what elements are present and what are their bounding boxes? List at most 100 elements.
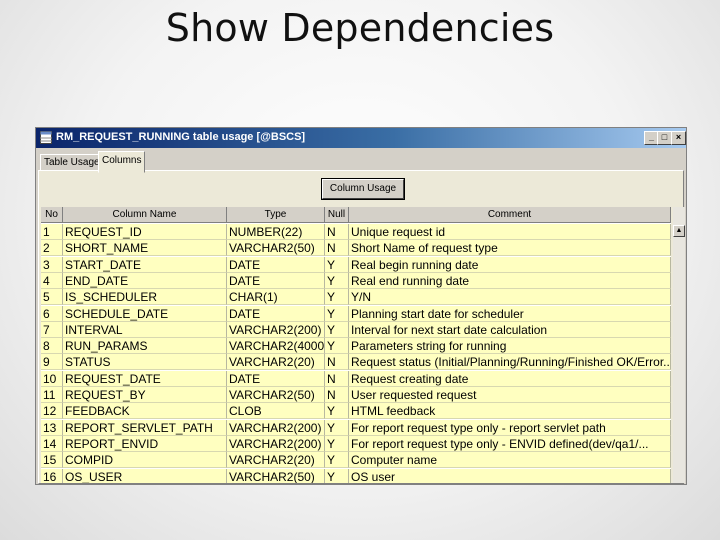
cell-type[interactable]: VARCHAR2(50) [227,240,325,257]
cell-no[interactable]: 3 [41,256,63,273]
header-null[interactable]: Null [325,207,349,223]
table-row[interactable]: 10 REQUEST_DATE DATE N Request creating date [41,370,671,387]
cell-column-name[interactable]: RUN_PARAMS [63,338,227,355]
table-row[interactable]: 15 COMPID VARCHAR2(20) Y Computer name [41,452,671,469]
cell-no[interactable]: 11 [41,387,63,403]
close-button[interactable]: × [671,131,686,145]
cell-null[interactable]: N [325,224,349,240]
cell-null[interactable]: Y [325,419,349,436]
maximize-button[interactable]: □ [657,131,672,145]
cell-type[interactable]: DATE [227,370,325,387]
cell-no[interactable]: 9 [41,354,63,371]
cell-column-name[interactable]: START_DATE [63,256,227,273]
table-row[interactable]: 12 FEEDBACK CLOB Y HTML feedback [41,403,671,420]
cell-no[interactable]: 7 [41,321,63,338]
table-row[interactable]: 11 REQUEST_BY VARCHAR2(50) N User requested … [41,387,671,403]
cell-null[interactable]: N [325,387,349,403]
cell-type[interactable]: VARCHAR2(20) [227,452,325,469]
cell-column-name[interactable]: END_DATE [63,272,227,289]
cell-type[interactable]: VARCHAR2(200) [227,419,325,436]
cell-no[interactable]: 10 [41,370,63,387]
cell-no[interactable]: 8 [41,338,63,355]
cell-comment[interactable]: User requested request [349,387,671,403]
cell-column-name[interactable]: STATUS [63,354,227,371]
cell-null[interactable]: N [325,240,349,257]
cell-column-name[interactable]: OS_USER [63,468,227,483]
cell-column-name[interactable]: INTERVAL [63,321,227,338]
cell-no[interactable]: 4 [41,272,63,289]
cell-null[interactable]: Y [325,256,349,273]
header-column-name[interactable]: Column Name [63,207,227,223]
cell-null[interactable]: Y [325,338,349,355]
cell-comment[interactable]: Interval for next start date calculation [349,321,671,338]
table-row[interactable]: 3 START_DATE DATE Y Real begin running date [41,256,671,273]
cell-type[interactable]: DATE [227,256,325,273]
table-row[interactable]: 2 SHORT_NAME VARCHAR2(50) N Short Name of re… [41,240,671,257]
cell-comment[interactable]: For report request type only - ENVID def… [349,435,671,452]
cell-null[interactable]: Y [325,305,349,322]
cell-comment[interactable]: Y/N [349,289,671,306]
cell-null[interactable]: N [325,370,349,387]
cell-type[interactable]: DATE [227,305,325,322]
cell-type[interactable]: DATE [227,272,325,289]
cell-type[interactable]: CLOB [227,403,325,420]
cell-null[interactable]: Y [325,435,349,452]
cell-comment[interactable]: Unique request id [349,224,671,240]
cell-comment[interactable]: Planning start date for scheduler [349,305,671,322]
table-row[interactable]: 6 SCHEDULE_DATE DATE Y Planning start date f… [41,305,671,322]
table-row[interactable]: 13 REPORT_SERVLET_PATH VARCHAR2(200) Y For r… [41,419,671,436]
cell-column-name[interactable]: FEEDBACK [63,403,227,420]
cell-type[interactable]: NUMBER(22) [227,224,325,240]
cell-column-name[interactable]: REQUEST_DATE [63,370,227,387]
cell-no[interactable]: 2 [41,240,63,257]
cell-column-name[interactable]: REPORT_SERVLET_PATH [63,419,227,436]
cell-null[interactable]: Y [325,289,349,306]
tab-columns[interactable]: Columns [98,151,146,173]
cell-comment[interactable]: Short Name of request type [349,240,671,257]
cell-comment[interactable]: For report request type only - report se… [349,419,671,436]
cell-comment[interactable]: Request creating date [349,370,671,387]
column-usage-button[interactable]: Column Usage [321,178,405,200]
table-row[interactable]: 7 INTERVAL VARCHAR2(200) Y Interval for next… [41,321,671,338]
cell-no[interactable]: 14 [41,435,63,452]
header-no[interactable]: No [41,207,63,223]
cell-no[interactable]: 6 [41,305,63,322]
table-row[interactable]: 4 END_DATE DATE Y Real end running date [41,272,671,289]
cell-no[interactable]: 13 [41,419,63,436]
vertical-scrollbar[interactable]: ▲ [673,207,685,483]
table-row[interactable]: 1 REQUEST_ID NUMBER(22) N Unique request id [41,224,671,240]
cell-no[interactable]: 16 [41,468,63,483]
table-row[interactable]: 5 IS_SCHEDULER CHAR(1) Y Y/N [41,289,671,306]
cell-column-name[interactable]: REQUEST_BY [63,387,227,403]
cell-column-name[interactable]: REPORT_ENVID [63,435,227,452]
cell-comment[interactable]: Real end running date [349,272,671,289]
cell-column-name[interactable]: IS_SCHEDULER [63,289,227,306]
cell-column-name[interactable]: REQUEST_ID [63,224,227,240]
header-comment[interactable]: Comment [349,207,671,223]
cell-type[interactable]: VARCHAR2(200) [227,321,325,338]
cell-column-name[interactable]: SCHEDULE_DATE [63,305,227,322]
cell-comment[interactable]: HTML feedback [349,403,671,420]
cell-null[interactable]: N [325,354,349,371]
cell-type[interactable]: CHAR(1) [227,289,325,306]
cell-null[interactable]: Y [325,403,349,420]
cell-null[interactable]: Y [325,272,349,289]
cell-no[interactable]: 1 [41,224,63,240]
cell-comment[interactable]: Computer name [349,452,671,469]
header-type[interactable]: Type [227,207,325,223]
table-row[interactable]: 9 STATUS VARCHAR2(20) N Request status (Init… [41,354,671,371]
cell-comment[interactable]: Request status (Initial/Planning/Running… [349,354,671,371]
table-row[interactable]: 8 RUN_PARAMS VARCHAR2(4000) Y Parameters str… [41,338,671,355]
cell-comment[interactable]: Parameters string for running [349,338,671,355]
cell-comment[interactable]: OS user [349,468,671,483]
cell-null[interactable]: Y [325,468,349,483]
cell-null[interactable]: Y [325,452,349,469]
cell-no[interactable]: 15 [41,452,63,469]
cell-column-name[interactable]: COMPID [63,452,227,469]
cell-type[interactable]: VARCHAR2(20) [227,354,325,371]
cell-type[interactable]: VARCHAR2(4000) [227,338,325,355]
table-row[interactable]: 16 OS_USER VARCHAR2(50) Y OS user [41,468,671,483]
cell-type[interactable]: VARCHAR2(200) [227,435,325,452]
cell-type[interactable]: VARCHAR2(50) [227,387,325,403]
cell-type[interactable]: VARCHAR2(50) [227,468,325,483]
